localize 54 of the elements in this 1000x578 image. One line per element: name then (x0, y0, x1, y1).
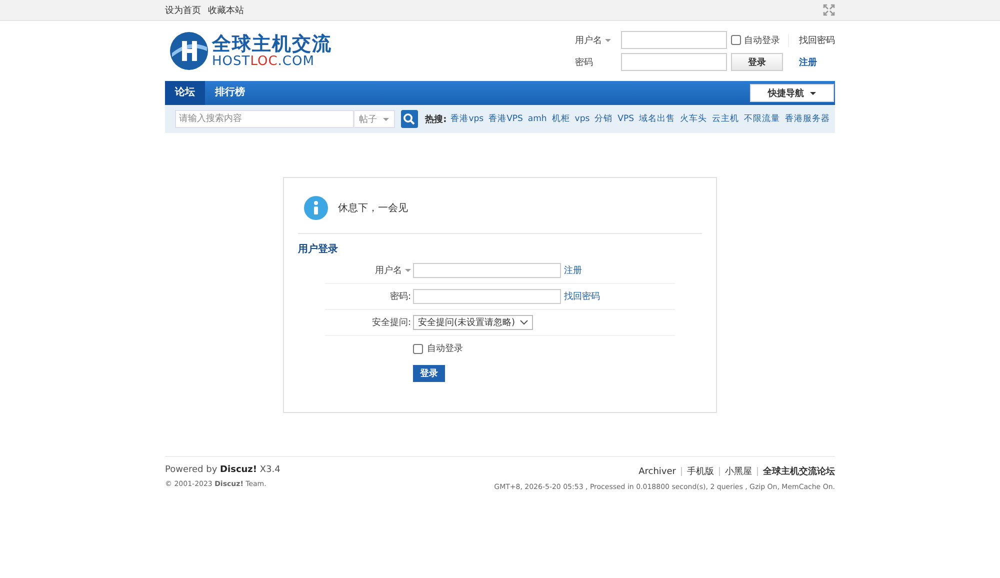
footer-link[interactable]: 小黑屋 (725, 465, 752, 478)
logo-title: 全球主机交流 (212, 34, 332, 54)
autologin-label: 自动登录 (427, 342, 463, 355)
nav-tab[interactable]: 论坛 (165, 81, 205, 105)
nav-tab[interactable]: 排行榜 (205, 81, 255, 105)
footer-link[interactable]: 手机版 (687, 465, 714, 478)
forgot-password-link[interactable]: 找回密码 (789, 34, 835, 46)
login-button[interactable]: 登录 (731, 53, 783, 71)
password-label: 密码: (390, 290, 411, 303)
register-link[interactable]: 注册 (789, 56, 835, 68)
checkbox[interactable] (731, 35, 741, 45)
hot-search-link[interactable]: amh (528, 114, 547, 124)
hot-search-link[interactable]: 域名出售 (639, 113, 675, 125)
checkbox[interactable] (413, 344, 423, 354)
info-icon (304, 196, 328, 220)
hot-search-link[interactable]: 不限流量 (744, 113, 780, 125)
username-label[interactable]: 用户名 (575, 34, 621, 46)
quick-nav-button[interactable]: 快捷导航 (750, 84, 834, 102)
search-type-dropdown[interactable]: 帖子 (354, 110, 395, 128)
globe-logo-icon (169, 31, 209, 71)
hot-search-link[interactable]: vps (574, 114, 590, 124)
hot-search-link[interactable]: 机柜 (552, 113, 570, 125)
password-label: 密码 (575, 56, 594, 68)
hot-search-link[interactable]: 火车头 (680, 113, 707, 125)
powered-by-text: Powered by Discuz! X3.4 (165, 465, 280, 475)
register-link[interactable]: 注册 (564, 264, 582, 277)
autologin-label: 自动登录 (744, 34, 780, 46)
login-button[interactable]: 登录 (413, 365, 445, 382)
top-link[interactable]: 收藏本站 (208, 4, 244, 16)
security-question-label: 安全提问: (372, 316, 411, 329)
footer-link[interactable]: 全球主机交流论坛 (763, 465, 835, 478)
hot-search-label: 热搜: (425, 114, 447, 126)
hot-search-link[interactable]: VPS (618, 114, 634, 124)
username-field[interactable] (413, 263, 561, 278)
password-field[interactable] (413, 289, 561, 304)
hot-search-link[interactable]: 香港服务器 (785, 113, 830, 125)
form-title: 用户登录 (298, 242, 339, 256)
hot-search-link[interactable]: 香港VPS (488, 113, 523, 125)
chevron-icon (520, 320, 528, 325)
message-text: 休息下，一会见 (338, 202, 408, 215)
hot-search-link[interactable]: 分销 (594, 113, 613, 125)
search-button[interactable] (400, 110, 418, 128)
password-field[interactable] (621, 53, 727, 71)
forgot-password-link[interactable]: 找回密码 (564, 290, 600, 303)
search-icon (403, 113, 416, 125)
expand-icon (823, 4, 835, 16)
top-link[interactable]: 设为首页 (165, 4, 201, 16)
hot-search-link[interactable]: 香港vps (450, 113, 484, 125)
footer-link[interactable]: Archiver (638, 466, 676, 476)
username-field[interactable] (621, 31, 727, 49)
search-field[interactable]: 请输入搜索内容 (175, 110, 354, 128)
logo-subtitle: HOSTLOC.COM (212, 54, 316, 68)
hot-search-link[interactable]: 云主机 (712, 113, 739, 125)
security-question-dropdown[interactable]: 安全提问(未设置请忽略) (413, 315, 534, 330)
